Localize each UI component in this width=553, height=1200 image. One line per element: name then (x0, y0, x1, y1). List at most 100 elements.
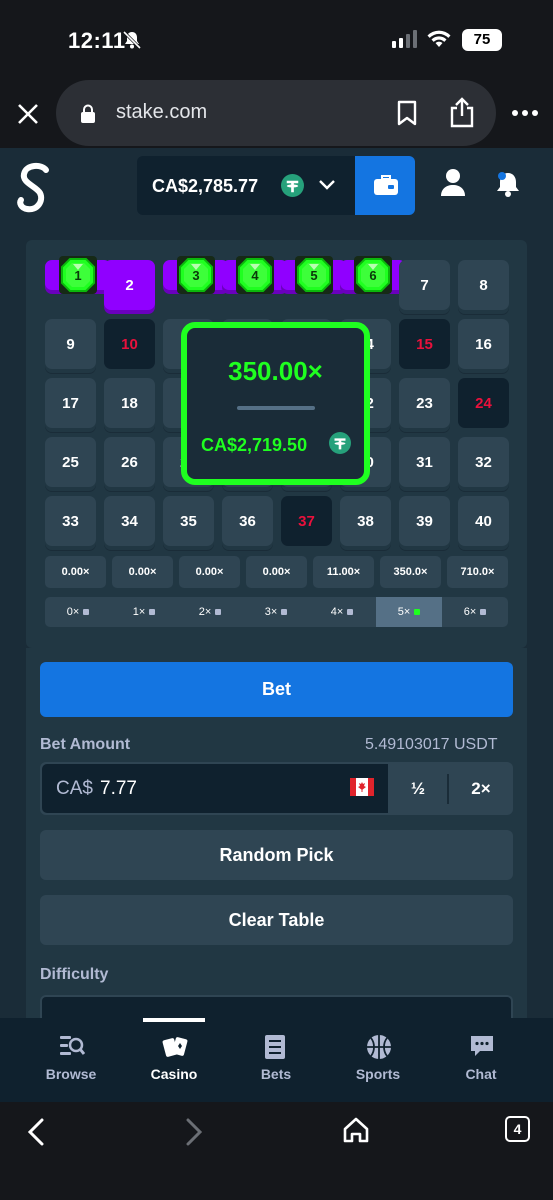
canada-flag-icon (350, 778, 374, 796)
tile-24[interactable]: 24 (458, 378, 509, 428)
tile-33[interactable]: 33 (45, 496, 96, 546)
tile-15[interactable]: 15 (399, 319, 450, 369)
tile-37[interactable]: 37 (281, 496, 332, 546)
tile-2[interactable]: 2 (104, 260, 155, 310)
nav-item-chat[interactable]: Chat (433, 1018, 529, 1102)
home-icon[interactable] (342, 1116, 370, 1144)
tile-4[interactable]: 4 (222, 256, 288, 294)
tile-1[interactable]: 1 (45, 256, 111, 294)
tile-8[interactable]: 8 (458, 260, 509, 310)
usdt-icon (329, 432, 351, 454)
tile-10[interactable]: 10 (104, 319, 155, 369)
tile-18[interactable]: 18 (104, 378, 155, 428)
tile-number: 3 (192, 267, 200, 283)
popup-divider (237, 406, 315, 410)
win-multiplier: 350.00× (228, 356, 323, 386)
tile-number: 16 (475, 335, 492, 353)
payout-cell: 710.0× (447, 556, 508, 588)
tile-35[interactable]: 35 (163, 496, 214, 546)
currency-prefix: CA$ (56, 778, 93, 799)
bottom-nav: Browse Casino Bets Sports Chat (0, 1018, 553, 1102)
half-bet-button[interactable]: ½ (389, 762, 447, 815)
bet-amount-input[interactable]: CA$ 7.77 (42, 764, 388, 813)
tile-38[interactable]: 38 (340, 496, 391, 546)
double-bet-button[interactable]: 2× (449, 762, 513, 815)
tile-32[interactable]: 32 (458, 437, 509, 487)
tile-36[interactable]: 36 (222, 496, 273, 546)
random-pick-button[interactable]: Random Pick (40, 830, 513, 880)
browse-icon (59, 1034, 86, 1063)
tile-number: 17 (62, 394, 79, 412)
nav-label: Sports (355, 1066, 401, 1082)
wallet-button[interactable] (355, 156, 415, 215)
stake-logo[interactable] (14, 160, 54, 220)
tile-34[interactable]: 34 (104, 496, 155, 546)
bookmark-icon[interactable] (396, 100, 418, 126)
tile-7[interactable]: 7 (399, 260, 450, 310)
close-icon[interactable] (14, 100, 42, 128)
tile-number: 7 (420, 276, 429, 294)
tile-number: 10 (121, 335, 138, 353)
nav-item-bets[interactable]: Bets (228, 1018, 324, 1102)
gem-marker-icon (347, 609, 354, 615)
tile-6[interactable]: 6 (340, 256, 406, 294)
gem-marker-icon (414, 609, 421, 615)
tile-25[interactable]: 25 (45, 437, 96, 487)
tile-5[interactable]: 5 (281, 256, 347, 294)
win-popup: 350.00× CA$2,719.50 (181, 322, 370, 485)
tile-number: 9 (66, 335, 75, 353)
hits-cell: 3× (243, 597, 309, 627)
bets-icon (264, 1034, 286, 1065)
wifi-icon (427, 30, 451, 47)
hits-cell: 1× (111, 597, 177, 627)
forward-icon[interactable] (184, 1117, 204, 1147)
clock: 12:11 (68, 28, 126, 53)
tile-17[interactable]: 17 (45, 378, 96, 428)
gem-icon: 6 (354, 256, 392, 294)
share-icon[interactable] (448, 96, 476, 128)
hits-label: 6× (463, 606, 477, 618)
clear-table-button[interactable]: Clear Table (40, 895, 513, 945)
gem-marker-icon (480, 609, 487, 615)
bet-amount-value[interactable]: 7.77 (100, 778, 137, 800)
tabs-button[interactable]: 4 (505, 1116, 530, 1142)
tile-number: 8 (479, 276, 488, 294)
more-icon[interactable] (512, 110, 538, 116)
tile-31[interactable]: 31 (399, 437, 450, 487)
tile-9[interactable]: 9 (45, 319, 96, 369)
bet-button[interactable]: Bet (40, 662, 513, 717)
nav-label: Browse (45, 1066, 97, 1082)
payout-row: 0.00× 0.00× 0.00× 0.00× 11.00× 350.0× 710.0× (45, 556, 508, 589)
hits-cell: 6× (442, 597, 508, 627)
tile-number: 38 (357, 512, 374, 530)
tile-number: 5 (310, 267, 318, 283)
back-icon[interactable] (26, 1117, 46, 1147)
tile-40[interactable]: 40 (458, 496, 509, 546)
gem-icon: 1 (59, 256, 97, 294)
notification-icon[interactable] (494, 170, 522, 198)
gem-icon: 5 (295, 256, 333, 294)
tile-number: 4 (251, 267, 259, 283)
hits-label: 5× (397, 606, 411, 618)
url-text[interactable]: stake.com (116, 101, 207, 124)
tile-number: 26 (121, 453, 138, 471)
tile-number: 37 (298, 512, 315, 530)
tile-number: 24 (475, 394, 492, 412)
bet-amount-label: Bet Amount (40, 736, 131, 753)
tile-number: 23 (416, 394, 433, 412)
nav-item-sports[interactable]: Sports (330, 1018, 426, 1102)
tile-26[interactable]: 26 (104, 437, 155, 487)
hits-cell: 2× (177, 597, 243, 627)
tile-23[interactable]: 23 (399, 378, 450, 428)
nav-item-casino[interactable]: Casino (126, 1018, 222, 1102)
user-icon[interactable] (440, 168, 466, 196)
tile-16[interactable]: 16 (458, 319, 509, 369)
browser-toolbar: stake.com (0, 80, 553, 148)
battery-indicator: 75 (462, 29, 502, 51)
gem-icon: 3 (177, 256, 215, 294)
tile-39[interactable]: 39 (399, 496, 450, 546)
nav-item-browse[interactable]: Browse (23, 1018, 119, 1102)
chevron-down-icon[interactable] (318, 178, 336, 192)
tile-3[interactable]: 3 (163, 256, 229, 294)
balance-amount[interactable]: CA$2,785.77 (152, 176, 258, 197)
